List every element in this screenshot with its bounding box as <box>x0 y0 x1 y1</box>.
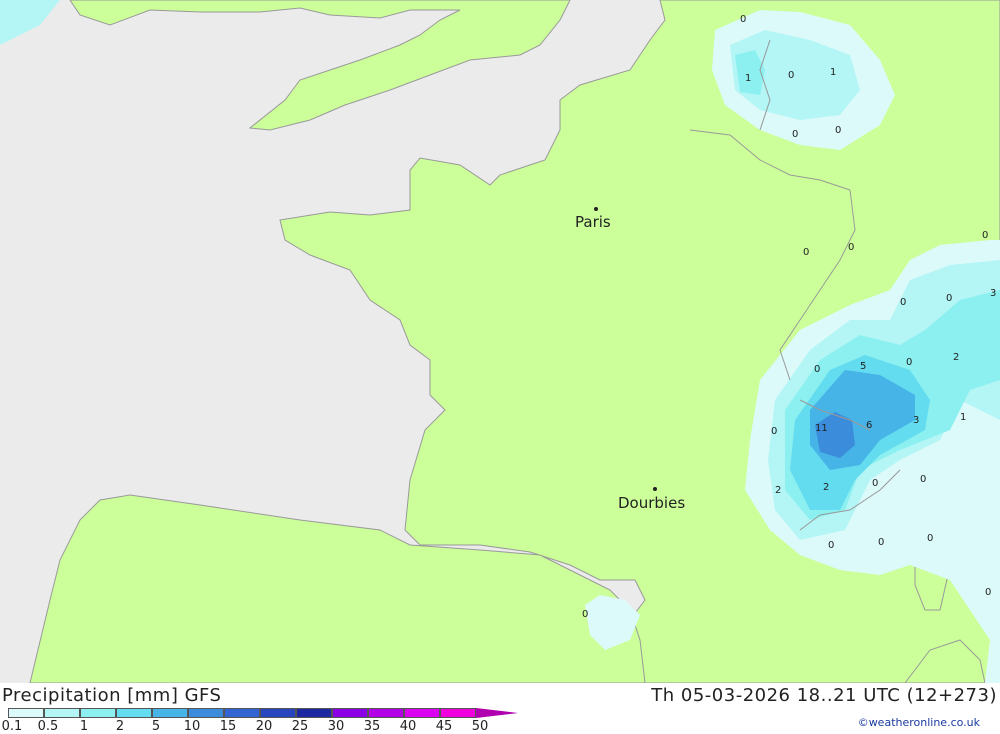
precip-label: 0 <box>814 364 820 375</box>
precip-label: 6 <box>866 420 872 431</box>
legend-tick: 50 <box>471 719 489 734</box>
precip-label: 0 <box>900 297 906 308</box>
legend-swatch <box>260 708 296 718</box>
precip-label: 0 <box>771 426 777 437</box>
legend-swatch <box>188 708 224 718</box>
footer: Precipitation [mm] GFS Th 05-03-2026 18.… <box>0 683 1000 734</box>
precip-label: 2 <box>823 482 829 493</box>
precip-label: 0 <box>792 129 798 140</box>
legend-tick: 30 <box>327 719 345 734</box>
precip-label: 0 <box>740 14 746 25</box>
legend-swatch <box>80 708 116 718</box>
legend-swatch <box>404 708 440 718</box>
precip-label: 0 <box>878 537 884 548</box>
legend-swatch <box>44 708 80 718</box>
legend-tick: 10 <box>183 719 201 734</box>
precip-label: 0 <box>946 293 952 304</box>
precip-label: 0 <box>872 478 878 489</box>
precip-label: 0 <box>927 533 933 544</box>
precip-label: 0 <box>582 609 588 620</box>
precip-label: 0 <box>920 474 926 485</box>
precip-label: 0 <box>788 70 794 81</box>
legend-tick: 1 <box>79 719 89 734</box>
legend-tick: 35 <box>363 719 381 734</box>
precip-label: 3 <box>990 288 996 299</box>
city-marker-dourbies <box>653 487 657 491</box>
precip-label: 0 <box>848 242 854 253</box>
legend-swatch <box>440 708 476 718</box>
credit-link[interactable]: ©weatheronline.co.uk <box>858 716 980 729</box>
precip-label: 1 <box>830 67 836 78</box>
precip-label: 1 <box>745 73 751 84</box>
forecast-datetime: Th 05-03-2026 18..21 UTC (12+273) <box>651 685 997 706</box>
legend-swatch <box>8 708 44 718</box>
legend-tick: 25 <box>291 719 309 734</box>
legend-swatch <box>368 708 404 718</box>
legend-swatch <box>152 708 188 718</box>
precip-label: 11 <box>815 423 828 434</box>
legend-tick: 45 <box>435 719 453 734</box>
legend-swatch <box>116 708 152 718</box>
legend-arrow <box>476 708 518 718</box>
legend-swatch <box>224 708 260 718</box>
precip-label: 0 <box>906 357 912 368</box>
legend-swatch <box>332 708 368 718</box>
legend-tick: 2 <box>115 719 125 734</box>
legend-tick: 40 <box>399 719 417 734</box>
precip-label: 0 <box>828 540 834 551</box>
legend-tick: 20 <box>255 719 273 734</box>
legend-tick: 5 <box>151 719 161 734</box>
legend-tick: 15 <box>219 719 237 734</box>
city-marker-paris <box>594 207 598 211</box>
precip-label: 5 <box>860 361 866 372</box>
legend-tick: 0.5 <box>37 719 59 734</box>
precip-label: 0 <box>803 247 809 258</box>
precipitation-map: 0 1 0 1 0 0 0 0 0 3 0 0 2 0 5 0 11 6 3 1… <box>0 0 1000 683</box>
precip-label: 3 <box>913 415 919 426</box>
map-title: Precipitation [mm] GFS <box>2 685 222 706</box>
precip-label: 1 <box>960 412 966 423</box>
precip-label: 2 <box>953 352 959 363</box>
city-label-paris: Paris <box>575 213 611 231</box>
precip-label: 0 <box>982 230 988 241</box>
legend-swatch <box>296 708 332 718</box>
legend-tick: 0.1 <box>1 719 23 734</box>
precip-label: 0 <box>835 125 841 136</box>
city-label-dourbies: Dourbies <box>618 494 685 512</box>
precip-label: 0 <box>985 587 991 598</box>
precip-label: 2 <box>775 485 781 496</box>
